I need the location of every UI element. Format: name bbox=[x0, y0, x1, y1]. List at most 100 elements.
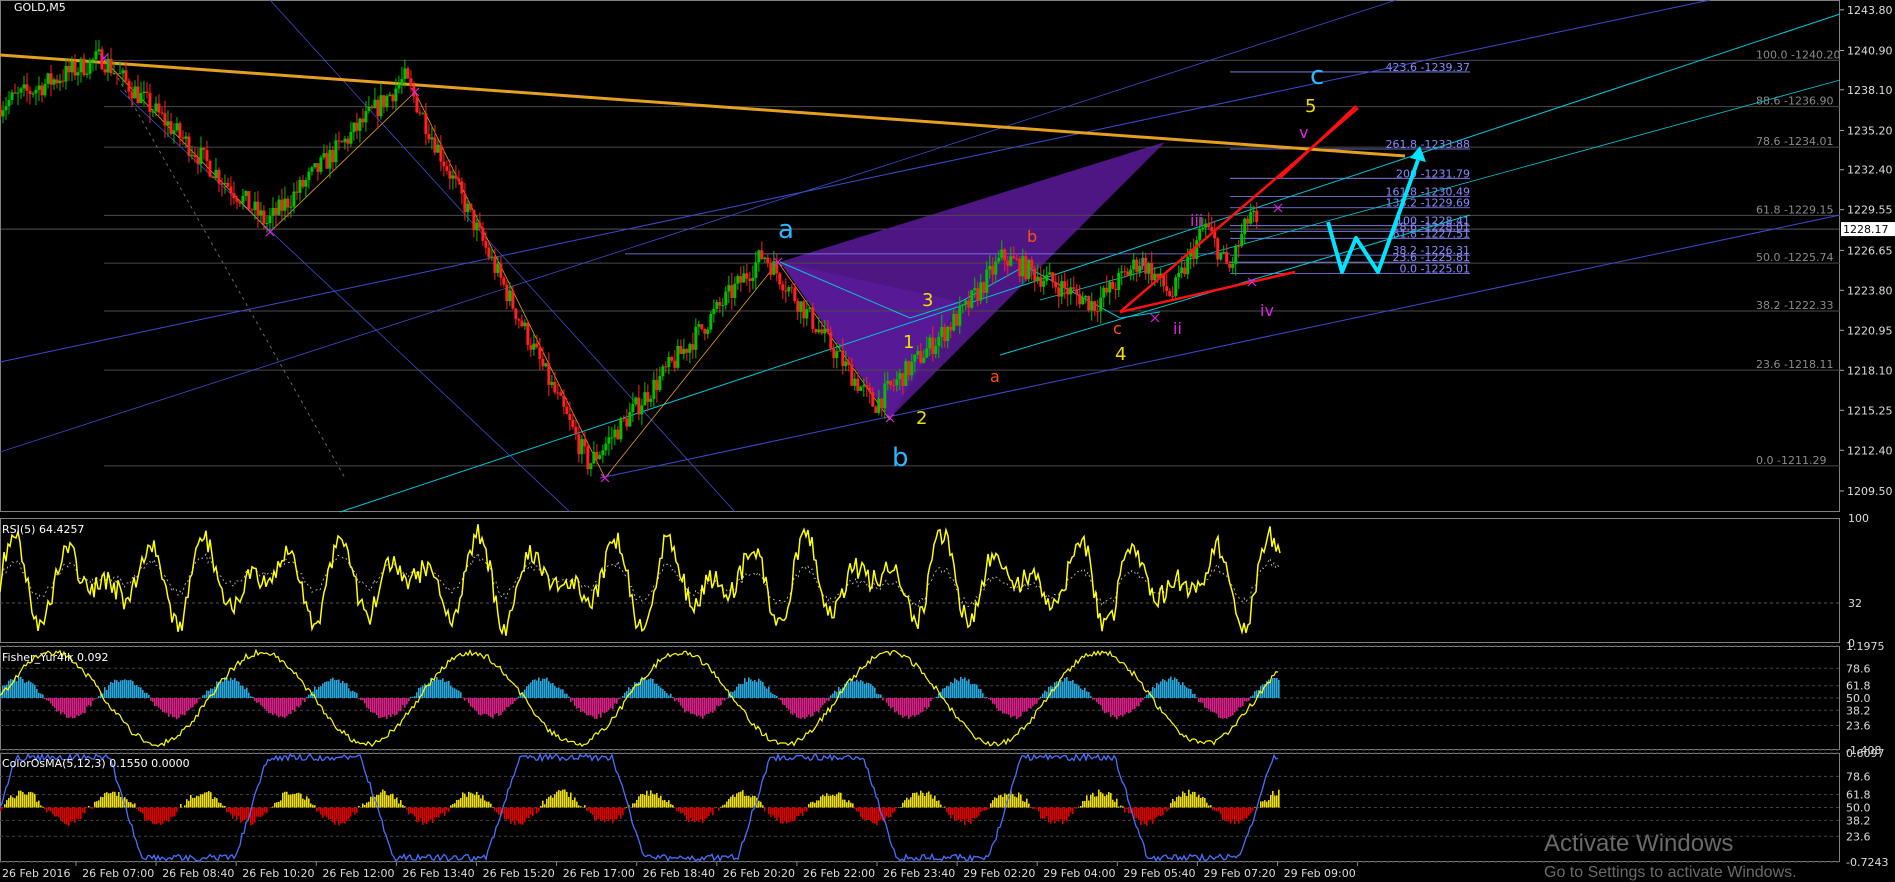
candle-body bbox=[1153, 274, 1156, 281]
fisher-bar bbox=[696, 698, 698, 716]
candle-body bbox=[553, 382, 556, 393]
osma-bar bbox=[456, 800, 458, 807]
fisher-bar bbox=[434, 680, 436, 698]
time-label: 26 Feb 10:20 bbox=[242, 867, 314, 880]
candle-body bbox=[1069, 287, 1072, 294]
fisher-bar bbox=[1112, 698, 1114, 715]
osma-bar bbox=[868, 808, 870, 821]
osma-bar bbox=[82, 808, 84, 813]
fisher-bar bbox=[1002, 698, 1004, 713]
fisher-bar bbox=[562, 689, 564, 698]
osma-bar bbox=[1080, 806, 1082, 808]
candle-body bbox=[409, 78, 412, 86]
fisher-bar bbox=[464, 698, 466, 701]
fisher-bar bbox=[776, 696, 778, 698]
fib-retracement-label: 50.0 -1225.74 bbox=[1756, 251, 1833, 264]
osma-bar bbox=[1014, 796, 1016, 807]
fisher-bar bbox=[402, 698, 404, 705]
candle-body bbox=[589, 463, 592, 469]
candle-body bbox=[16, 93, 19, 94]
candle-body bbox=[70, 61, 73, 72]
fisher-bar bbox=[764, 686, 766, 698]
osma-bar bbox=[114, 792, 116, 808]
candle-body bbox=[1222, 252, 1225, 253]
candle-body bbox=[313, 163, 316, 167]
candle-body bbox=[1207, 224, 1210, 228]
candle-body bbox=[907, 361, 910, 375]
osma-bar bbox=[820, 796, 822, 807]
osma-bar bbox=[860, 808, 862, 817]
osma-bar bbox=[802, 808, 804, 817]
osma-bar bbox=[1052, 808, 1054, 820]
candle-body bbox=[49, 73, 52, 84]
candle-body bbox=[973, 288, 976, 290]
fisher-bar bbox=[952, 683, 954, 698]
osma-bar bbox=[660, 796, 662, 808]
osma-bar bbox=[570, 793, 572, 808]
fisher-bar bbox=[296, 698, 298, 706]
osma-bar bbox=[12, 797, 14, 807]
osma-bar bbox=[230, 808, 232, 815]
candle-body bbox=[193, 155, 196, 157]
fisher-bar bbox=[270, 698, 272, 713]
osma-bar bbox=[738, 792, 740, 807]
candle-body bbox=[1123, 271, 1126, 272]
fisher-bar bbox=[280, 698, 282, 716]
osma-bar bbox=[32, 793, 34, 808]
osma-bar bbox=[490, 804, 492, 808]
osma-bar bbox=[834, 796, 836, 807]
candle-body bbox=[0, 105, 2, 116]
fisher-bar bbox=[924, 698, 926, 707]
fisher-bar bbox=[170, 698, 172, 714]
osma-bar bbox=[1232, 808, 1234, 820]
osma-bar bbox=[198, 796, 200, 807]
fisher-bar bbox=[880, 695, 882, 698]
osma-bar bbox=[228, 808, 230, 813]
candle-body bbox=[316, 163, 319, 172]
fisher-bar bbox=[64, 698, 66, 714]
osma-bar bbox=[232, 808, 234, 819]
fisher-bar bbox=[344, 683, 346, 698]
fisher-bar bbox=[1254, 691, 1256, 698]
fisher-bar bbox=[386, 698, 388, 719]
fisher-bar bbox=[1126, 698, 1128, 712]
osma-bar bbox=[946, 808, 948, 813]
fisher-bar bbox=[392, 698, 394, 714]
osma-bar bbox=[1270, 795, 1272, 808]
fisher-bar bbox=[98, 696, 100, 698]
fisher-bar bbox=[398, 698, 400, 711]
candle-body bbox=[61, 81, 64, 82]
fisher-bar bbox=[252, 697, 254, 698]
osma-bar bbox=[616, 808, 618, 820]
osma-bar bbox=[784, 808, 786, 822]
osma-bar bbox=[928, 791, 930, 807]
osma-bar bbox=[974, 808, 976, 819]
fisher-bar bbox=[384, 698, 386, 717]
osma-bar bbox=[888, 808, 890, 818]
osma-bar bbox=[1038, 808, 1040, 812]
osma-bar bbox=[862, 808, 864, 820]
osma-bar bbox=[488, 802, 490, 808]
fisher-bar bbox=[714, 698, 716, 710]
candle-body bbox=[1252, 211, 1255, 213]
osma-bar bbox=[108, 793, 110, 807]
osma-bar bbox=[1144, 808, 1146, 825]
fisher-bar bbox=[44, 698, 46, 699]
fisher-bar bbox=[574, 698, 576, 706]
candle-body bbox=[352, 123, 355, 132]
fisher-bar bbox=[1238, 698, 1240, 707]
osma-bar bbox=[814, 803, 816, 808]
osma-bar bbox=[598, 808, 600, 819]
osma-bar bbox=[636, 800, 638, 808]
candle-body bbox=[817, 329, 820, 332]
osma-bar bbox=[1146, 808, 1148, 826]
fisher-bar bbox=[1170, 677, 1172, 698]
candle-body bbox=[388, 95, 391, 96]
fisher-bar bbox=[576, 698, 578, 709]
osma-bar bbox=[224, 806, 226, 808]
fisher-bar bbox=[484, 698, 486, 714]
text-layer: GOLD,M5 RSI(5) 64.4257 Fisher_Yur4ik 0.0… bbox=[2, 1, 1889, 770]
fisher-bar bbox=[470, 698, 472, 707]
osma-bar bbox=[648, 796, 650, 808]
candle-body bbox=[685, 349, 688, 353]
